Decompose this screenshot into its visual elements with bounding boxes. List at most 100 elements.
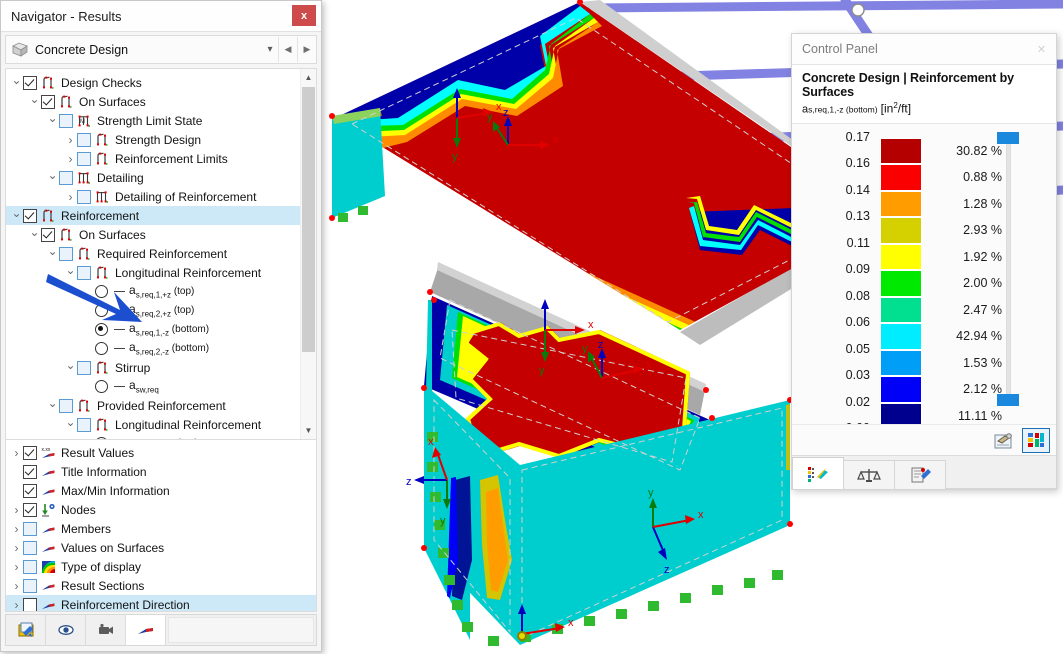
display-option-item[interactable]: Type of display (6, 557, 316, 576)
chevron-down-icon[interactable] (46, 399, 59, 413)
project-navigator-icon[interactable] (6, 615, 46, 645)
chevron-down-icon[interactable] (46, 171, 59, 185)
chevron-right-icon[interactable] (64, 133, 77, 147)
display-option-checkbox[interactable] (23, 578, 37, 593)
close-icon[interactable]: x (292, 5, 316, 26)
legend-options-icon[interactable] (1022, 427, 1050, 453)
legend-color-band[interactable] (880, 190, 922, 218)
legend-color-band[interactable] (880, 243, 922, 271)
legend-range-slider[interactable] (997, 131, 1019, 406)
slider-track[interactable] (1006, 141, 1011, 396)
results-tree[interactable]: Design Checks On Surfaces M Strength Limit … (6, 69, 300, 439)
results-arrow-icon[interactable] (126, 615, 166, 645)
display-options-tree[interactable]: x.xx Result Values Title Information Max/Mi… (5, 440, 317, 612)
tree-item-checkbox[interactable] (59, 113, 73, 128)
legend-color-band[interactable] (880, 270, 922, 297)
display-option-item[interactable]: Title Information (6, 462, 316, 481)
tree-item[interactable]: Provided Reinforcement (6, 396, 300, 415)
legend-color-bars[interactable] (880, 137, 922, 424)
chevron-down-icon[interactable] (46, 114, 59, 128)
legend-color-band[interactable] (880, 164, 922, 191)
tree-item[interactable]: M Strength Limit State (6, 111, 300, 130)
chevron-down-icon[interactable] (64, 361, 77, 375)
tree-item-checkbox[interactable] (59, 398, 73, 413)
tree-item[interactable]: Detailing (6, 168, 300, 187)
tree-item[interactable]: Required Reinforcement (6, 244, 300, 263)
edit-colorscale-icon[interactable] (991, 429, 1017, 452)
tree-item[interactable]: asw,req (6, 377, 300, 396)
chevron-right-icon[interactable] (10, 503, 23, 517)
display-option-checkbox[interactable] (23, 521, 37, 536)
tree-item[interactable]: as,req,2,-z (bottom) (6, 339, 300, 358)
display-option-item[interactable]: Max/Min Information (6, 481, 316, 500)
tree-item-checkbox[interactable] (59, 246, 73, 261)
legend-color-band[interactable] (880, 402, 922, 424)
display-option-checkbox[interactable] (23, 502, 37, 517)
chevron-down-icon[interactable] (46, 247, 59, 261)
chevron-right-icon[interactable] (64, 152, 77, 166)
tree-item-checkbox[interactable] (41, 227, 55, 242)
display-option-item[interactable]: Reinforcement Direction (6, 595, 316, 612)
tree-item-checkbox[interactable] (23, 75, 37, 90)
legend-color-band[interactable] (880, 296, 922, 324)
display-option-checkbox[interactable] (23, 483, 37, 498)
chevron-down-icon[interactable]: ▾ (262, 37, 278, 62)
legend-color-band[interactable] (880, 349, 922, 377)
camera-icon[interactable] (86, 615, 126, 645)
tree-item[interactable]: Stirrup (6, 358, 300, 377)
chevron-right-icon[interactable] (10, 598, 23, 612)
chevron-down-icon[interactable] (28, 95, 41, 109)
legend-color-band[interactable] (880, 323, 922, 350)
display-option-item[interactable]: Members (6, 519, 316, 538)
display-option-checkbox[interactable] (23, 559, 37, 574)
tree-item[interactable]: Longitudinal Reinforcement (6, 415, 300, 434)
tree-item-radio[interactable] (95, 437, 108, 439)
factors-tab[interactable] (843, 460, 895, 489)
chevron-right-icon[interactable] (10, 446, 23, 460)
display-option-checkbox[interactable] (23, 597, 37, 611)
color-legend[interactable]: 0.17 0.16 0.14 0.13 0.11 0.09 0.08 0.06 0.05 0.03… (792, 123, 1056, 424)
slider-handle-top[interactable] (997, 131, 1019, 144)
tree-item-checkbox[interactable] (77, 417, 91, 432)
chevron-down-icon[interactable] (64, 418, 77, 432)
display-option-item[interactable]: Values on Surfaces (6, 538, 316, 557)
tree-item[interactable]: On Surfaces (6, 225, 300, 244)
tree-item-checkbox[interactable] (23, 208, 37, 223)
next-icon[interactable]: ▶ (297, 37, 316, 62)
tree-item[interactable]: Design Checks (6, 73, 300, 92)
slider-handle-bottom[interactable] (997, 394, 1019, 406)
tree-item[interactable]: Detailing of Reinforcement (6, 187, 300, 206)
tree-item[interactable]: as,prov,1,+z (top) (6, 434, 300, 439)
display-option-item[interactable]: x.xx Result Values (6, 443, 316, 462)
design-type-combobox[interactable]: Concrete Design ▾ ◀ ▶ (5, 35, 317, 64)
color-scale-tab[interactable] (792, 457, 844, 489)
tree-item-checkbox[interactable] (59, 170, 73, 185)
display-option-checkbox[interactable] (23, 464, 37, 479)
legend-color-band[interactable] (880, 376, 922, 403)
legend-color-band[interactable] (880, 137, 922, 165)
scroll-down-icon[interactable]: ▼ (301, 422, 316, 439)
tree-item-checkbox[interactable] (77, 151, 91, 166)
tree-item-checkbox[interactable] (77, 360, 91, 375)
chevron-down-icon[interactable] (10, 76, 23, 90)
display-option-checkbox[interactable] (23, 445, 37, 460)
scrollbar-thumb[interactable] (302, 87, 315, 352)
tree-item-checkbox[interactable] (77, 132, 91, 147)
close-icon[interactable]: ✕ (1033, 41, 1050, 57)
chevron-right-icon[interactable] (64, 190, 77, 204)
tree-item-checkbox[interactable] (41, 94, 55, 109)
control-panel-tabs[interactable] (792, 455, 1056, 489)
chevron-right-icon[interactable] (10, 579, 23, 593)
eye-view-icon[interactable] (46, 615, 86, 645)
display-option-item[interactable]: Nodes (6, 500, 316, 519)
tree-item[interactable]: Reinforcement (6, 206, 300, 225)
tree-scrollbar[interactable]: ▲ ▼ (300, 69, 316, 439)
chevron-down-icon[interactable] (10, 209, 23, 223)
scroll-up-icon[interactable]: ▲ (301, 69, 316, 86)
chevron-right-icon[interactable] (10, 560, 23, 574)
tree-item-checkbox[interactable] (77, 189, 91, 204)
tree-item-radio[interactable] (95, 380, 108, 393)
display-option-item[interactable]: Result Sections (6, 576, 316, 595)
legend-color-band[interactable] (880, 217, 922, 244)
tree-item[interactable]: Reinforcement Limits (6, 149, 300, 168)
